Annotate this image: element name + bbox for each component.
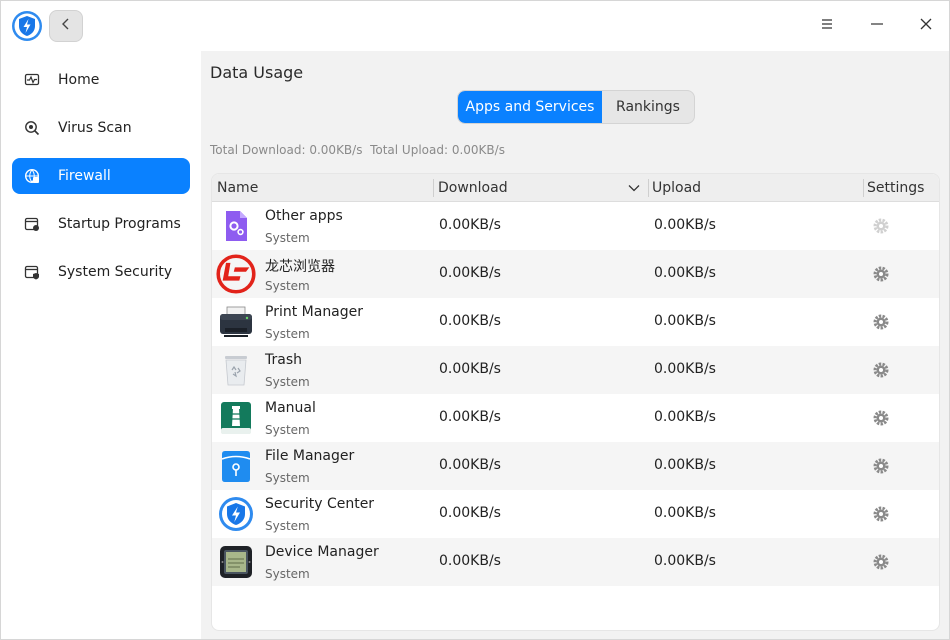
app-name: File Manager [265,448,355,464]
sidebar-item-startup-programs[interactable]: Startup Programs [12,206,190,242]
tab-apps-and-services[interactable]: Apps and Services [458,91,602,123]
column-header-upload[interactable]: Upload [652,174,701,202]
chevron-left-icon [60,18,72,34]
app-type: System [265,519,310,533]
main-content: Data Usage Apps and Services Rankings To… [201,51,949,639]
back-button[interactable] [49,10,83,42]
upload-rate: 0.00KB/s [654,313,716,329]
gear-icon[interactable] [871,456,891,476]
window-menu-button[interactable] [807,10,847,42]
app-type: System [265,327,310,341]
data-usage-table: Name Download Upload Settings Other apps… [211,173,940,631]
sidebar-item-label: Virus Scan [58,120,132,136]
close-icon [919,17,933,35]
gear-icon[interactable] [871,264,891,284]
app-name: Trash [265,352,302,368]
upload-rate: 0.00KB/s [654,457,716,473]
download-rate: 0.00KB/s [439,457,501,473]
gear-icon[interactable] [871,552,891,572]
sidebar-item-label: Firewall [58,168,111,184]
download-rate: 0.00KB/s [439,265,501,281]
app-name: 龙芯浏览器 [265,259,335,275]
table-row[interactable]: Device Manager System 0.00KB/s 0.00KB/s [212,538,939,586]
printer-icon [218,304,254,340]
title-bar [1,1,949,51]
upload-rate: 0.00KB/s [654,265,716,281]
sidebar-item-label: Startup Programs [58,216,181,232]
shield-check-icon [24,264,40,280]
upload-rate: 0.00KB/s [654,361,716,377]
totals-summary: Total Download: 0.00KB/s Total Upload: 0… [210,143,505,157]
table-row[interactable]: Print Manager System 0.00KB/s 0.00KB/s [212,298,939,346]
column-divider [433,179,434,197]
sidebar-item-virus-scan[interactable]: Virus Scan [12,110,190,146]
minimize-icon [870,18,884,34]
menu-icon [820,18,834,34]
sidebar-item-label: System Security [58,264,173,280]
gear-icon[interactable] [871,360,891,380]
download-rate: 0.00KB/s [439,409,501,425]
sort-chevron-down-icon [628,174,640,202]
download-rate: 0.00KB/s [439,361,501,377]
sidebar-item-home[interactable]: Home [12,62,190,98]
table-row[interactable]: Manual System 0.00KB/s 0.00KB/s [212,394,939,442]
app-name: Print Manager [265,304,364,320]
security-center-logo-icon [11,10,43,42]
app-type: System [265,231,310,245]
sidebar-item-system-security[interactable]: System Security [12,254,190,290]
app-window: Home Virus Scan Firewall Startup Program… [0,0,950,640]
file-manager-icon [218,448,254,484]
app-name: Manual [265,400,316,416]
table-header: Name Download Upload Settings [212,174,939,202]
trash-icon [218,352,254,388]
app-type: System [265,471,310,485]
column-header-settings[interactable]: Settings [867,174,924,202]
app-type: System [265,375,310,389]
column-header-name[interactable]: Name [217,174,258,202]
gear-icon[interactable] [871,312,891,332]
column-header-download[interactable]: Download [438,174,508,202]
sidebar-item-firewall[interactable]: Firewall [12,158,190,194]
download-rate: 0.00KB/s [439,217,501,233]
upload-rate: 0.00KB/s [654,505,716,521]
startup-icon [24,216,40,232]
table-row[interactable]: File Manager System 0.00KB/s 0.00KB/s [212,442,939,490]
gear-icon [871,216,891,236]
app-name: Other apps [265,208,343,224]
upload-rate: 0.00KB/s [654,553,716,569]
page-title: Data Usage [210,63,304,82]
table-row[interactable]: 龙芯浏览器 System 0.00KB/s 0.00KB/s [212,250,939,298]
download-rate: 0.00KB/s [439,553,501,569]
upload-rate: 0.00KB/s [654,409,716,425]
security-center-icon [218,496,254,532]
scan-icon [24,120,40,136]
upload-rate: 0.00KB/s [654,217,716,233]
window-minimize-button[interactable] [857,10,897,42]
column-divider [863,179,864,197]
gear-icon[interactable] [871,504,891,524]
table-row[interactable]: Security Center System 0.00KB/s 0.00KB/s [212,490,939,538]
view-tabs: Apps and Services Rankings [457,90,695,124]
loongson-browser-icon [216,254,256,294]
app-type: System [265,423,310,437]
gear-icon[interactable] [871,408,891,428]
table-row[interactable]: Other apps System 0.00KB/s 0.00KB/s [212,202,939,250]
table-row[interactable]: Trash System 0.00KB/s 0.00KB/s [212,346,939,394]
device-manager-icon [218,544,254,580]
window-close-button[interactable] [906,10,946,42]
manual-icon [218,400,254,436]
sidebar-item-label: Home [58,72,100,88]
download-rate: 0.00KB/s [439,313,501,329]
tab-rankings[interactable]: Rankings [602,91,694,123]
pulse-icon [24,72,40,88]
firewall-icon [24,168,40,184]
sidebar: Home Virus Scan Firewall Startup Program… [1,51,201,639]
other-apps-icon [218,208,254,244]
app-name: Security Center [265,496,375,512]
app-name: Device Manager [265,544,379,560]
download-rate: 0.00KB/s [439,505,501,521]
column-divider [648,179,649,197]
app-type: System [265,567,310,581]
app-type: System [265,279,310,293]
